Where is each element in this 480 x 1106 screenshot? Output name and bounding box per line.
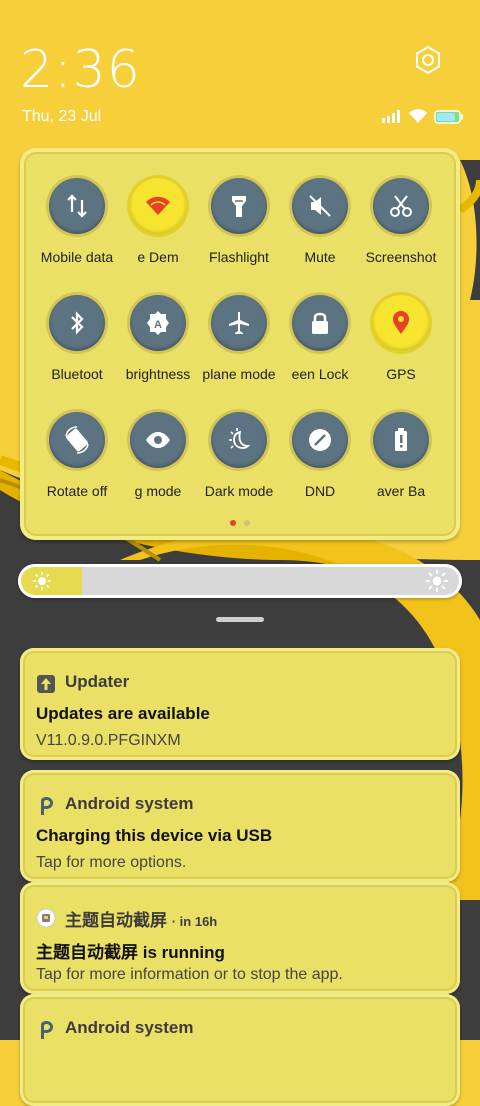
- tile-button[interactable]: [373, 295, 429, 351]
- notification-updater[interactable]: Updater Updates are available V11.0.9.0.…: [20, 648, 460, 760]
- tile-label: aver Ba: [376, 483, 426, 499]
- tile-auto-brightness[interactable]: Abrightness: [117, 285, 199, 385]
- tile-button[interactable]: [130, 178, 186, 234]
- tile-reading-mode[interactable]: g mode: [117, 402, 199, 502]
- tile-button[interactable]: A: [130, 295, 186, 351]
- tile-button[interactable]: [211, 412, 267, 468]
- brightness-slider[interactable]: [18, 564, 462, 598]
- tile-button[interactable]: [292, 295, 348, 351]
- notification-screenshot-app[interactable]: 主题自动截屏 · in 16h 主题自动截屏 is running Tap fo…: [20, 882, 460, 994]
- reading-mode-icon: [146, 432, 170, 448]
- notification-app-name: Android system: [65, 1018, 194, 1037]
- lock-icon: [312, 312, 328, 334]
- notification-app-name: 主题自动截屏: [65, 911, 167, 930]
- tile-button[interactable]: [292, 178, 348, 234]
- location-icon: [393, 311, 409, 334]
- android-p-icon: [41, 797, 53, 815]
- signal-icon: [382, 110, 400, 123]
- tile-button[interactable]: [373, 412, 429, 468]
- screenshot-icon: [390, 195, 412, 217]
- rotate-icon: [65, 426, 89, 454]
- tile-screenshot[interactable]: Screenshot: [360, 168, 442, 268]
- update-arrow-icon: [37, 675, 55, 693]
- tile-button[interactable]: [211, 178, 267, 234]
- tile-wifi[interactable]: e Dem: [117, 168, 199, 268]
- flashlight-icon: [232, 196, 246, 217]
- tile-rotate[interactable]: Rotate off: [36, 402, 118, 502]
- notification-android-system[interactable]: Android system: [20, 994, 460, 1106]
- tile-location[interactable]: GPS: [360, 285, 442, 385]
- notification-title: 主题自动截屏 is running: [36, 943, 225, 962]
- notification-app-name: Android system: [65, 794, 194, 813]
- notification-title: Updates are available: [36, 704, 210, 723]
- page-indicator: [228, 520, 252, 528]
- tile-button[interactable]: [130, 412, 186, 468]
- tile-battery-saver[interactable]: aver Ba: [360, 402, 442, 502]
- mute-icon: [309, 195, 331, 217]
- notification-title: Charging this device via USB: [36, 826, 273, 845]
- battery-saver-icon: [395, 428, 407, 451]
- android-p-icon: [41, 1021, 53, 1039]
- tile-bluetooth[interactable]: Bluetoot: [36, 285, 118, 385]
- svg-text:A: A: [154, 319, 162, 331]
- app-icon: [36, 908, 56, 928]
- wifi-status-icon: [409, 109, 427, 123]
- tile-dark-mode[interactable]: Dark mode: [198, 402, 280, 502]
- notification-app-header: 主题自动截屏 · in 16h: [65, 906, 217, 931]
- tile-label: Screenshot: [365, 249, 437, 265]
- airplane-icon: [229, 312, 249, 334]
- notification-time: · in 16h: [171, 914, 218, 929]
- notification-app-name: Updater: [65, 672, 130, 691]
- tile-airplane[interactable]: plane mode: [198, 285, 280, 385]
- tile-flashlight[interactable]: Flashlight: [198, 168, 280, 268]
- settings-gear-icon[interactable]: [412, 44, 444, 76]
- bluetooth-icon: [71, 311, 84, 335]
- tile-button[interactable]: [49, 295, 105, 351]
- panel-drag-handle[interactable]: [216, 617, 264, 622]
- mobile-data-icon: [67, 194, 87, 218]
- tile-dnd[interactable]: DND: [279, 402, 361, 502]
- notification-android-system-usb[interactable]: Android system Charging this device via …: [20, 770, 460, 882]
- tile-label: GPS: [386, 366, 416, 382]
- clock: 2:36: [20, 40, 141, 100]
- notification-text: Tap for more options.: [36, 854, 187, 871]
- brightness-low-icon: [33, 572, 51, 590]
- page-dot: [244, 520, 250, 526]
- tile-lock[interactable]: een Lock: [279, 285, 361, 385]
- tile-mobile-data[interactable]: Mobile data: [36, 168, 118, 268]
- brightness-high-icon: [426, 570, 448, 592]
- page-dot-active: [230, 520, 236, 526]
- status-icons: [382, 109, 463, 124]
- notification-text: Tap for more information or to stop the …: [36, 966, 343, 983]
- tile-button[interactable]: [49, 178, 105, 234]
- battery-icon: [434, 110, 463, 124]
- wifi-icon: [146, 196, 170, 215]
- quick-settings-panel: Mobile data e Dem Flashlight Mute Screenshot…: [20, 148, 460, 540]
- dnd-icon: [309, 429, 331, 451]
- tile-button[interactable]: [373, 178, 429, 234]
- dark-mode-icon: [229, 428, 251, 449]
- tile-button[interactable]: [49, 412, 105, 468]
- auto-brightness-icon: A: [147, 311, 169, 335]
- date: Thu, 23 Jul: [22, 108, 102, 125]
- notification-text: V11.0.9.0.PFGINXM: [36, 732, 181, 749]
- tile-button[interactable]: [292, 412, 348, 468]
- tile-button[interactable]: [211, 295, 267, 351]
- tile-mute[interactable]: Mute: [279, 168, 361, 268]
